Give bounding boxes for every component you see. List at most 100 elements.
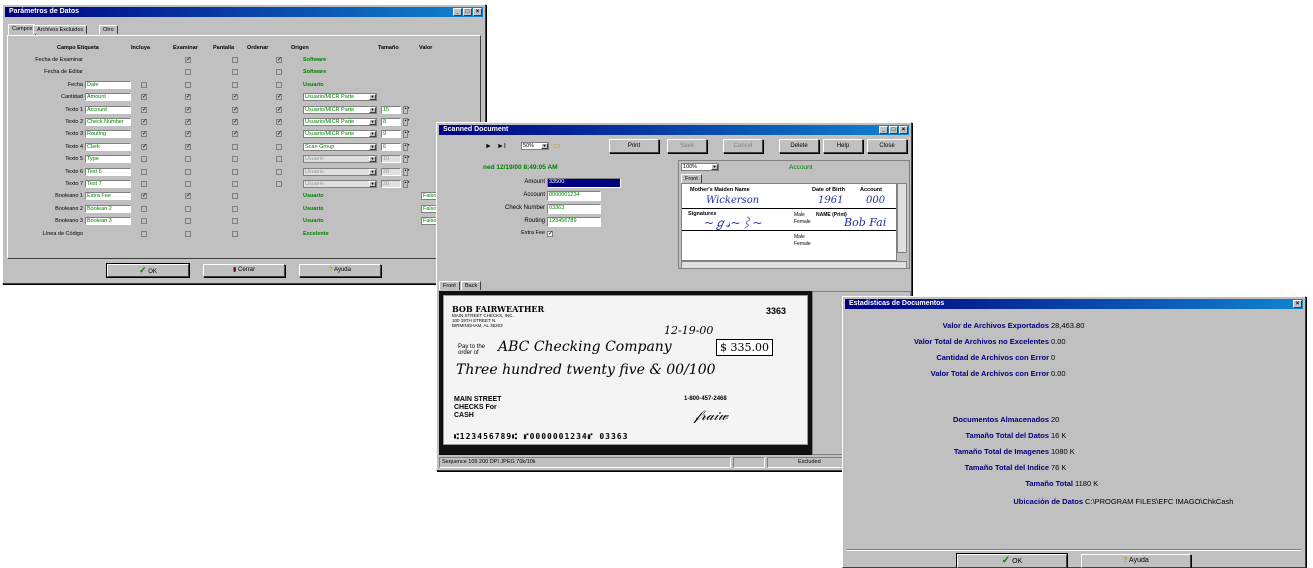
ok-button[interactable]: ✓ OK [106, 263, 190, 278]
origin-select[interactable]: Usuario/MICR Parte ▼ [303, 130, 377, 139]
inc-checkbox[interactable]: ✓ [141, 106, 147, 113]
nav-last-icon[interactable]: ►I [497, 143, 506, 150]
close-button[interactable]: × [1293, 300, 1302, 308]
field-name-input[interactable]: Boolean 3 [85, 217, 131, 226]
inc-checkbox[interactable] [141, 230, 147, 237]
ord-checkbox[interactable] [276, 143, 282, 150]
pan-checkbox[interactable] [232, 218, 238, 225]
field-input[interactable]: 123456789 [547, 217, 601, 227]
pan-checkbox[interactable]: ✓ [232, 131, 238, 138]
field-name-input[interactable]: Check Number [85, 118, 131, 126]
exa-checkbox[interactable]: ✓ [185, 94, 191, 101]
pan-checkbox[interactable] [232, 143, 238, 150]
nav-prev-icon[interactable]: ► [485, 143, 492, 150]
origin-select[interactable]: Usuario ▼ [303, 167, 377, 176]
size-input[interactable]: 9 [381, 130, 401, 139]
pan-checkbox[interactable] [232, 168, 238, 175]
ord-checkbox[interactable]: ✓ [276, 131, 282, 138]
extra-fee-checkbox[interactable]: ✓ [547, 231, 553, 237]
pan-checkbox[interactable] [232, 193, 238, 200]
minimize-button[interactable]: _ [879, 126, 888, 134]
origin-select[interactable]: Scan Group ▼ [303, 142, 377, 151]
field-input[interactable]: 0000001234 [547, 191, 601, 201]
exa-checkbox[interactable]: ✓ [185, 106, 191, 113]
inc-checkbox[interactable]: ✓ [141, 131, 147, 138]
origin-select[interactable]: Usuario/MICR Parte ▼ [303, 105, 377, 114]
origin-select[interactable]: Usuario ▼ [303, 180, 377, 188]
field-name-input[interactable]: Type [85, 155, 131, 164]
help-button[interactable]: ? Ayuda [299, 264, 381, 277]
exa-checkbox[interactable]: ✓ [185, 57, 191, 63]
pan-checkbox[interactable] [232, 181, 238, 187]
help-button[interactable]: Help [823, 139, 863, 153]
scanned-titlebar[interactable]: Scanned Document _ □ × [439, 125, 909, 135]
size-input[interactable]: 10 [381, 155, 401, 164]
pan-checkbox[interactable]: ✓ [232, 94, 238, 101]
vertical-scrollbar[interactable] [897, 183, 907, 253]
field-name-input[interactable]: Extra Fee [85, 192, 131, 201]
pan-checkbox[interactable] [232, 69, 238, 76]
size-input[interactable]: 8 [381, 118, 401, 126]
field-name-input[interactable]: Text 7 [85, 180, 131, 188]
close-button[interactable]: Close [867, 139, 907, 153]
params-titlebar[interactable]: Parámetros de Datos _ □ × [5, 7, 483, 17]
origin-select[interactable]: Usuario/MICR Parte ▼ [303, 118, 377, 126]
pan-checkbox[interactable]: ✓ [232, 106, 238, 113]
ord-checkbox[interactable]: ✓ [276, 106, 282, 113]
field-input[interactable]: 03363 [547, 204, 601, 214]
minimize-button[interactable]: _ [453, 8, 462, 16]
exa-checkbox[interactable]: ✓ [185, 131, 191, 138]
field-name-input[interactable]: Text 6 [85, 167, 131, 176]
close-button[interactable]: × [899, 126, 908, 134]
spinner-icon[interactable]: ▲▼ [403, 142, 410, 151]
ord-checkbox[interactable] [276, 181, 282, 187]
pan-checkbox[interactable] [232, 81, 238, 88]
origin-select[interactable]: Usuario ▼ [303, 155, 377, 164]
size-input[interactable]: 15 [381, 105, 401, 114]
ord-checkbox[interactable]: ✓ [276, 119, 282, 125]
spinner-icon[interactable]: ▲▼ [403, 105, 410, 114]
exa-checkbox[interactable] [185, 230, 191, 237]
close-button[interactable]: × [473, 8, 482, 16]
origin-select[interactable]: Usuario/MICR Parte ▼ [303, 93, 377, 102]
spinner-icon[interactable]: ▲▼ [403, 155, 410, 164]
field-name-input[interactable]: Amount [85, 93, 131, 102]
pan-checkbox[interactable] [232, 230, 238, 237]
horizontal-scrollbar[interactable] [681, 261, 907, 269]
close-dialog-button[interactable]: ▮ Cerrar [203, 264, 285, 277]
ord-checkbox[interactable]: ✓ [276, 57, 282, 63]
inc-checkbox[interactable]: ✓ [141, 193, 147, 200]
tab-front[interactable]: Front [439, 281, 460, 290]
ord-checkbox[interactable]: ✓ [276, 94, 282, 101]
inc-checkbox[interactable] [141, 168, 147, 175]
delete-button[interactable]: Delete [779, 139, 819, 153]
ok-button[interactable]: ✓ OK [956, 553, 1068, 568]
pan-checkbox[interactable] [232, 57, 238, 63]
save-button[interactable]: Save [667, 139, 707, 153]
tab-back[interactable]: Back [461, 281, 482, 290]
folder-icon[interactable]: ▭ [553, 141, 561, 150]
inc-checkbox[interactable]: ✓ [141, 94, 147, 101]
exa-checkbox[interactable]: ✓ [185, 119, 191, 125]
maximize-button[interactable]: □ [463, 8, 472, 16]
inc-checkbox[interactable] [141, 218, 147, 225]
ord-checkbox[interactable] [276, 168, 282, 175]
pan-checkbox[interactable] [232, 205, 238, 212]
zoom-select[interactable]: 50% ▼ [521, 142, 549, 150]
exa-checkbox[interactable] [185, 218, 191, 225]
inc-checkbox[interactable]: ✓ [141, 119, 147, 125]
inc-checkbox[interactable] [141, 156, 147, 163]
maximize-button[interactable]: □ [889, 126, 898, 134]
field-name-input[interactable]: Boolean 2 [85, 204, 131, 213]
field-name-input[interactable]: Routing [85, 130, 131, 139]
field-name-input[interactable]: Clerk [85, 142, 131, 151]
tab-otro[interactable]: Otro [99, 25, 118, 34]
ord-checkbox[interactable] [276, 69, 282, 76]
spinner-icon[interactable]: ▲▼ [403, 130, 410, 139]
inc-checkbox[interactable] [141, 181, 147, 187]
pan-checkbox[interactable] [232, 156, 238, 163]
spinner-icon[interactable]: ▲▼ [403, 118, 410, 126]
size-input[interactable]: 20 [381, 167, 401, 176]
field-name-input[interactable]: Account [85, 105, 131, 114]
inc-checkbox[interactable]: ✓ [141, 143, 147, 150]
